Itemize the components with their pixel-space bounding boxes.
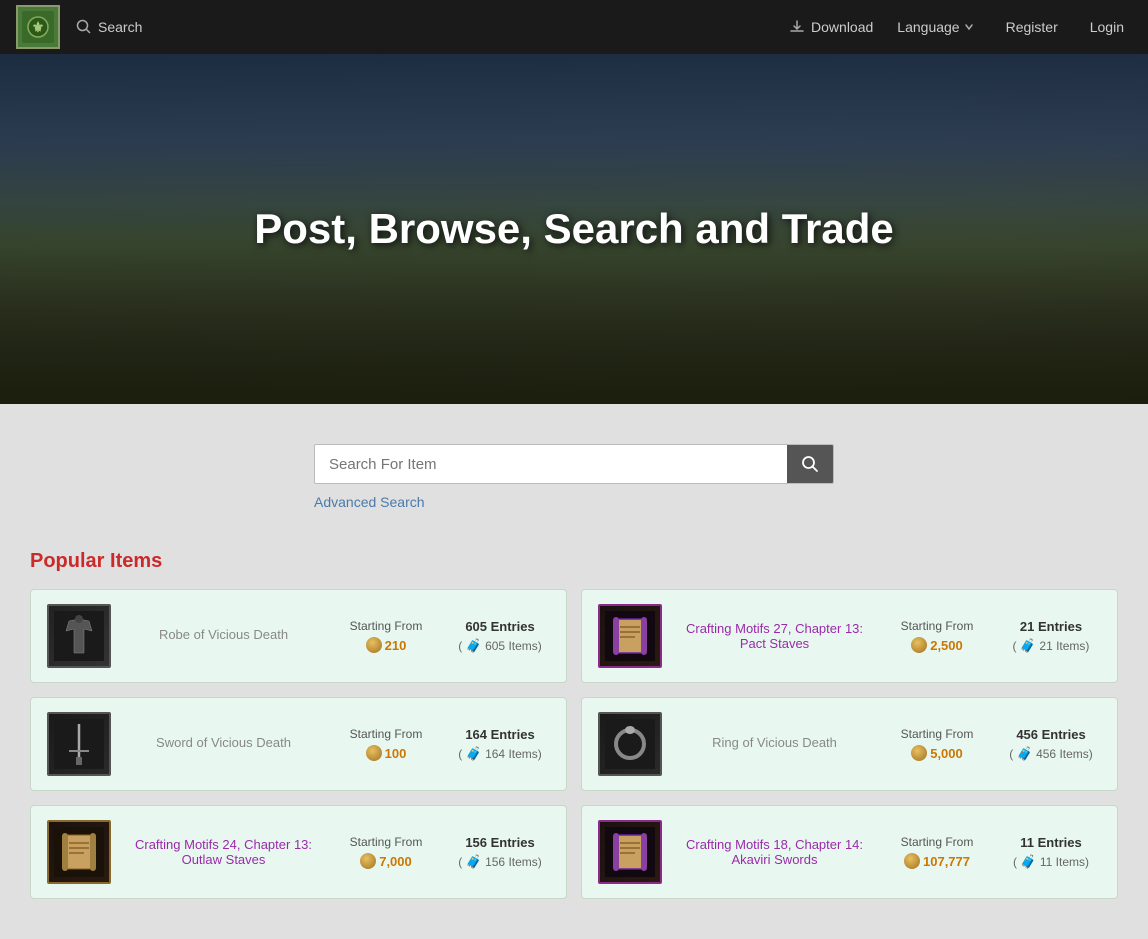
items-count: ( 🧳 156 Items) [458, 854, 542, 870]
item-icon-sword-vicious-death[interactable] [47, 712, 111, 776]
starting-from-label: Starting From [901, 727, 974, 741]
search-section: Advanced Search [0, 404, 1148, 530]
coin-icon [360, 853, 376, 869]
coin-icon [366, 637, 382, 653]
navbar-search-label: Search [98, 19, 142, 35]
item-price: 107,777 [904, 853, 970, 869]
bag-icon: 🧳 [1020, 854, 1036, 870]
bag-icon: 🧳 [1017, 746, 1033, 762]
advanced-search-link[interactable]: Advanced Search [314, 494, 425, 510]
chevron-down-icon [964, 22, 974, 32]
bag-icon: 🧳 [466, 746, 482, 762]
item-price: 2,500 [911, 637, 963, 653]
item-icon-ring-vicious-death[interactable] [598, 712, 662, 776]
item-icon-crafting-motifs-18[interactable] [598, 820, 662, 884]
search-icon [76, 19, 92, 35]
item-card-sword-vicious-death: Sword of Vicious Death Starting From 100… [30, 697, 567, 791]
item-card-crafting-motifs-18: Crafting Motifs 18, Chapter 14: Akaviri … [581, 805, 1118, 899]
svg-text:⚜: ⚜ [32, 19, 45, 35]
search-submit-btn[interactable] [787, 445, 833, 483]
item-card-crafting-motifs-24: Crafting Motifs 24, Chapter 13: Outlaw S… [30, 805, 567, 899]
logo[interactable]: ⚜ [16, 5, 60, 49]
search-bar [314, 444, 834, 484]
entries-count: 164 Entries [465, 727, 534, 742]
item-card-robe-vicious-death: Robe of Vicious Death Starting From 210 … [30, 589, 567, 683]
item-name: Sword of Vicious Death [156, 735, 291, 750]
popular-items-section: Popular Items Robe of Vicious Death Star… [0, 530, 1148, 939]
items-count: ( 🧳 11 Items) [1013, 854, 1089, 870]
register-label: Register [1006, 19, 1058, 35]
navbar: ⚜ Search Download Language Register Logi… [0, 0, 1148, 54]
logo-image: ⚜ [22, 11, 54, 43]
bag-icon: 🧳 [466, 638, 482, 654]
item-name-link[interactable]: Crafting Motifs 24, Chapter 13: Outlaw S… [125, 837, 322, 867]
starting-from-label: Starting From [350, 835, 423, 849]
item-card-crafting-motifs-27: Crafting Motifs 27, Chapter 13: Pact Sta… [581, 589, 1118, 683]
items-count: ( 🧳 164 Items) [458, 746, 542, 762]
download-label: Download [811, 19, 873, 35]
hero-title: Post, Browse, Search and Trade [254, 205, 894, 253]
language-btn[interactable]: Language [889, 19, 981, 35]
coin-icon [911, 637, 927, 653]
items-count: ( 🧳 605 Items) [458, 638, 542, 654]
item-card-ring-vicious-death: Ring of Vicious Death Starting From 5,00… [581, 697, 1118, 791]
download-btn[interactable]: Download [789, 19, 873, 35]
bag-icon: 🧳 [466, 854, 482, 870]
login-btn[interactable]: Login [1082, 19, 1132, 35]
register-btn[interactable]: Register [998, 19, 1066, 35]
hero-banner: Post, Browse, Search and Trade [0, 54, 1148, 404]
starting-from-label: Starting From [350, 727, 423, 741]
starting-from-label: Starting From [350, 619, 423, 633]
entries-count: 456 Entries [1016, 727, 1085, 742]
starting-from-label: Starting From [901, 619, 974, 633]
coin-icon [904, 853, 920, 869]
item-name: Ring of Vicious Death [712, 735, 837, 750]
item-price: 7,000 [360, 853, 412, 869]
coin-icon [911, 745, 927, 761]
coin-icon [366, 745, 382, 761]
bag-icon: 🧳 [1020, 638, 1036, 654]
login-label: Login [1090, 19, 1124, 35]
download-icon [789, 19, 805, 35]
navbar-search-btn[interactable]: Search [76, 19, 142, 35]
entries-count: 11 Entries [1020, 835, 1081, 850]
starting-from-label: Starting From [901, 835, 974, 849]
item-name: Robe of Vicious Death [159, 627, 288, 642]
item-name-link[interactable]: Crafting Motifs 27, Chapter 13: Pact Sta… [676, 621, 873, 651]
item-price: 5,000 [911, 745, 963, 761]
items-count: ( 🧳 456 Items) [1009, 746, 1093, 762]
item-icon-robe-vicious-death[interactable] [47, 604, 111, 668]
item-price: 210 [366, 637, 407, 653]
item-icon-crafting-motifs-24[interactable] [47, 820, 111, 884]
entries-count: 605 Entries [465, 619, 534, 634]
item-name-link[interactable]: Crafting Motifs 18, Chapter 14: Akaviri … [676, 837, 873, 867]
items-grid: Robe of Vicious Death Starting From 210 … [30, 589, 1118, 899]
entries-count: 21 Entries [1020, 619, 1082, 634]
item-icon-crafting-motifs-27[interactable] [598, 604, 662, 668]
entries-count: 156 Entries [465, 835, 534, 850]
search-submit-icon [801, 455, 819, 473]
items-count: ( 🧳 21 Items) [1013, 638, 1090, 654]
popular-title: Popular Items [30, 550, 1118, 573]
item-price: 100 [366, 745, 407, 761]
language-label: Language [897, 19, 959, 35]
search-input[interactable] [315, 446, 787, 483]
